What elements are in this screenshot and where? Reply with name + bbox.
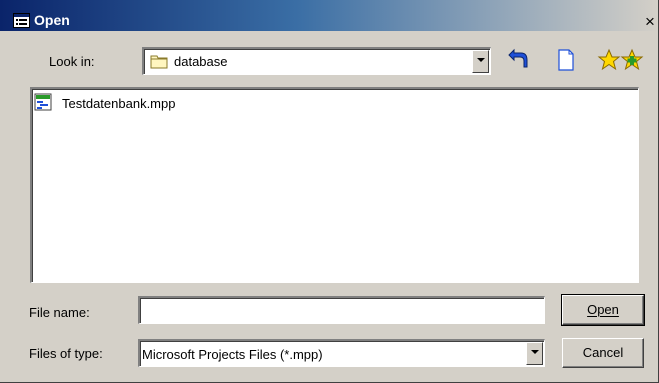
files-of-type-dropdown-arrow[interactable] <box>526 342 543 365</box>
file-list[interactable]: Testdatenbank.mpp <box>30 87 639 283</box>
add-to-favorites-icon[interactable] <box>620 48 644 72</box>
title-bar[interactable]: Open × <box>0 0 658 31</box>
look-in-label: Look in: <box>49 54 95 69</box>
cancel-button[interactable]: Cancel <box>562 338 644 368</box>
file-name-text: Testdatenbank.mpp <box>62 96 176 111</box>
favorites-star-icon[interactable] <box>597 48 621 72</box>
app-window-icon <box>13 13 30 28</box>
look-in-value: database <box>174 54 228 69</box>
up-one-level-icon[interactable] <box>506 48 530 72</box>
folder-icon <box>150 53 169 72</box>
open-button-label: Open <box>587 302 619 317</box>
cancel-button-label: Cancel <box>582 345 624 360</box>
close-button[interactable]: × <box>642 13 658 30</box>
look-in-combo[interactable]: database <box>142 47 491 75</box>
files-of-type-label: Files of type: <box>29 346 103 361</box>
open-dialog: Open × Look in: database Testdatenbank.m… <box>0 0 659 383</box>
files-of-type-value: Microsoft Projects Files (*.mpp) <box>142 347 323 362</box>
open-button[interactable]: Open <box>561 294 645 326</box>
mpp-file-icon <box>34 93 52 111</box>
file-name-input[interactable] <box>138 296 545 324</box>
file-name-label: File name: <box>29 305 90 320</box>
window-title: Open <box>34 12 70 28</box>
look-in-dropdown-arrow[interactable] <box>472 50 489 73</box>
create-new-folder-icon[interactable] <box>554 48 578 72</box>
files-of-type-combo[interactable]: Microsoft Projects Files (*.mpp) <box>138 339 545 367</box>
